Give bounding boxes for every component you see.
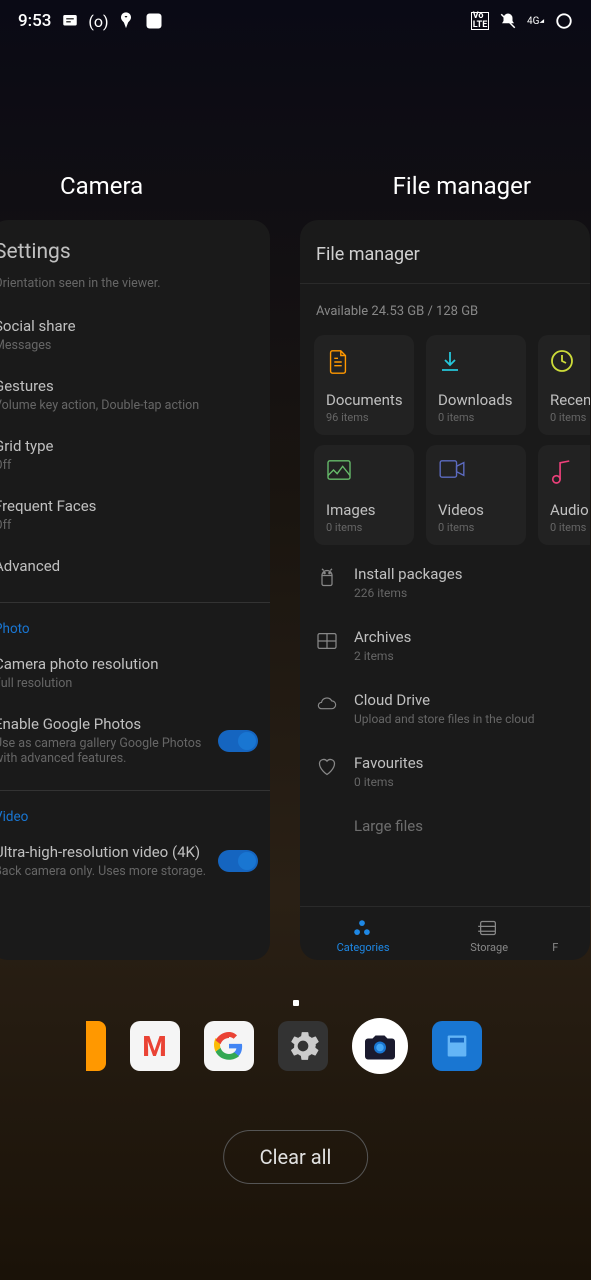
fm-category-grid-row1: Documents 96 items Downloads 0 items Rec… (300, 335, 590, 435)
clock-icon (550, 349, 576, 375)
fm-favourites[interactable]: Favourites 0 items (316, 740, 574, 803)
fm-install-packages[interactable]: Install packages 226 items (316, 551, 574, 614)
dock-gmail[interactable]: M (130, 1021, 180, 1071)
status-bar: 9:53 (o) VoLTE 4G (0, 0, 591, 42)
setting-photo-resolution[interactable]: Camera photo resolution Full resolution (0, 643, 270, 703)
document-icon (326, 349, 352, 375)
divider (0, 790, 270, 791)
status-time: 9:53 (18, 11, 51, 31)
categories-icon (352, 919, 374, 937)
video-section-label: Video (0, 799, 270, 831)
battery-icon (555, 12, 573, 30)
fm-cloud-drive[interactable]: Cloud Drive Upload and store files in th… (316, 677, 574, 740)
audio-icon (550, 459, 576, 485)
app-icon (145, 12, 163, 30)
orientation-hint: Orientation seen in the viewer. (0, 272, 270, 305)
dock-settings[interactable] (278, 1021, 328, 1071)
dock-indicator (293, 1000, 299, 1006)
status-left: 9:53 (o) (18, 11, 163, 31)
fm-bottom-tabs: Categories Storage F (300, 906, 590, 960)
google-photos-toggle[interactable] (218, 730, 258, 752)
recents-app-labels: Camera File manager (0, 172, 591, 200)
dock-app-partial[interactable] (86, 1021, 106, 1071)
mute-icon (499, 12, 517, 30)
setting-gestures[interactable]: Gestures Volume key action, Double-tap a… (0, 365, 270, 425)
cloud-icon (316, 693, 338, 715)
fm-images[interactable]: Images 0 items (314, 445, 414, 545)
archive-icon (316, 630, 338, 652)
camera-app-label[interactable]: Camera (60, 172, 143, 200)
dock: M (0, 1018, 591, 1074)
uhd-toggle[interactable] (218, 850, 258, 872)
video-icon (438, 459, 464, 485)
hotspot-icon: (o) (89, 12, 107, 30)
dock-google[interactable] (204, 1021, 254, 1071)
recents-cards: Settings Orientation seen in the viewer.… (0, 220, 591, 960)
setting-google-photos[interactable]: Enable Google Photos Use as camera galle… (0, 703, 270, 778)
heart-icon (316, 756, 338, 778)
fm-recent[interactable]: Recent 0 items (538, 335, 590, 435)
dock-camera[interactable] (352, 1018, 408, 1074)
signal-icon: 4G (527, 12, 545, 30)
fm-tab-extra[interactable]: F (552, 919, 590, 954)
download-icon (438, 349, 464, 375)
fm-tab-categories[interactable]: Categories (300, 919, 426, 954)
fm-audio[interactable]: Audio 0 items (538, 445, 590, 545)
fm-tab-storage[interactable]: Storage (426, 919, 552, 954)
volte-icon: VoLTE (471, 12, 489, 30)
fm-storage-info: Available 24.53 GB / 128 GB (300, 284, 590, 335)
storage-icon (478, 919, 500, 937)
message-icon (61, 12, 79, 30)
dock-calculator[interactable] (432, 1021, 482, 1071)
fm-large-files[interactable]: Large files (316, 803, 574, 855)
divider (0, 602, 270, 603)
file-manager-app-label[interactable]: File manager (393, 172, 531, 200)
status-right: VoLTE 4G (471, 12, 573, 30)
image-icon (326, 459, 352, 485)
fm-title: File manager (300, 244, 590, 283)
setting-social-share[interactable]: Social share Messages (0, 305, 270, 365)
swiggy-icon (117, 12, 135, 30)
fm-downloads[interactable]: Downloads 0 items (426, 335, 526, 435)
camera-card[interactable]: Settings Orientation seen in the viewer.… (0, 220, 270, 960)
photo-section-label: Photo (0, 611, 270, 643)
setting-uhd-video[interactable]: Ultra-high-resolution video (4K) Back ca… (0, 831, 270, 891)
setting-frequent-faces[interactable]: Frequent Faces Off (0, 485, 270, 545)
large-files-icon (316, 819, 338, 841)
fm-archives[interactable]: Archives 2 items (316, 614, 574, 677)
fm-list: Install packages 226 items Archives 2 it… (300, 545, 590, 855)
android-icon (316, 567, 338, 589)
fm-documents[interactable]: Documents 96 items (314, 335, 414, 435)
fm-category-grid-row2: Images 0 items Videos 0 items Audio 0 it… (300, 445, 590, 545)
setting-grid-type[interactable]: Grid type Off (0, 425, 270, 485)
setting-advanced[interactable]: Advanced (0, 545, 270, 590)
clear-all-button[interactable]: Clear all (223, 1130, 369, 1184)
settings-title: Settings (0, 240, 270, 272)
file-manager-card[interactable]: File manager Available 24.53 GB / 128 GB… (300, 220, 590, 960)
fm-videos[interactable]: Videos 0 items (426, 445, 526, 545)
